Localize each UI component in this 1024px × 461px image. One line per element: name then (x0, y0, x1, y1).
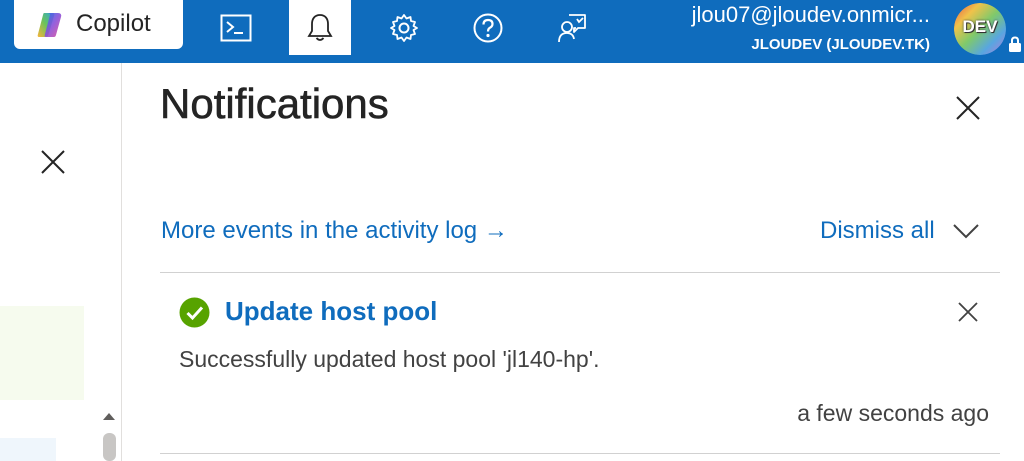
panel-divider (121, 63, 122, 461)
help-icon (473, 13, 503, 42)
account-tenant: JLOUDEV (JLOUDEV.TK) (751, 36, 930, 53)
page-title: Notifications (160, 80, 389, 128)
help-button[interactable] (465, 0, 511, 55)
copilot-button[interactable]: Copilot (14, 0, 183, 49)
cloud-shell-icon (220, 14, 252, 41)
dismiss-all-button[interactable]: Dismiss all (820, 217, 935, 245)
account-email: jlou07@jloudev.onmicr... (691, 2, 930, 27)
scrollbar-thumb[interactable] (103, 433, 116, 461)
activity-log-link[interactable]: More events in the activity log → (161, 217, 508, 245)
notifications-button[interactable] (289, 0, 351, 55)
cloud-shell-button[interactable] (212, 0, 260, 55)
panel-close-icon[interactable] (954, 94, 982, 122)
avatar[interactable]: DEV (954, 3, 1006, 55)
success-check-icon (179, 297, 210, 328)
lock-icon (1009, 36, 1021, 52)
notification-time: a few seconds ago (797, 400, 989, 426)
blade-info-band (0, 306, 84, 400)
scroll-up-arrow-icon[interactable] (101, 410, 117, 422)
bell-icon (307, 13, 333, 41)
notification-title[interactable]: Update host pool (225, 296, 437, 327)
gear-icon (390, 13, 418, 42)
feedback-button[interactable] (549, 0, 595, 55)
top-bar: Copilot jlou07@jloudev.onmicr... JLOUDEV… (0, 0, 1024, 63)
avatar-initials: DEV (962, 17, 998, 36)
blade-selected-row[interactable] (0, 438, 56, 461)
panel-divider-top (160, 272, 1000, 273)
blade-close-icon[interactable] (40, 149, 66, 175)
notification-message: Successfully updated host pool 'jl140-hp… (179, 346, 600, 372)
feedback-icon (558, 13, 586, 42)
panel-divider-bottom (160, 453, 1000, 454)
notification-close-icon[interactable] (957, 301, 979, 323)
chevron-down-icon[interactable] (951, 221, 981, 241)
copilot-icon (37, 13, 62, 37)
settings-button[interactable] (381, 0, 427, 55)
copilot-label: Copilot (76, 10, 151, 37)
